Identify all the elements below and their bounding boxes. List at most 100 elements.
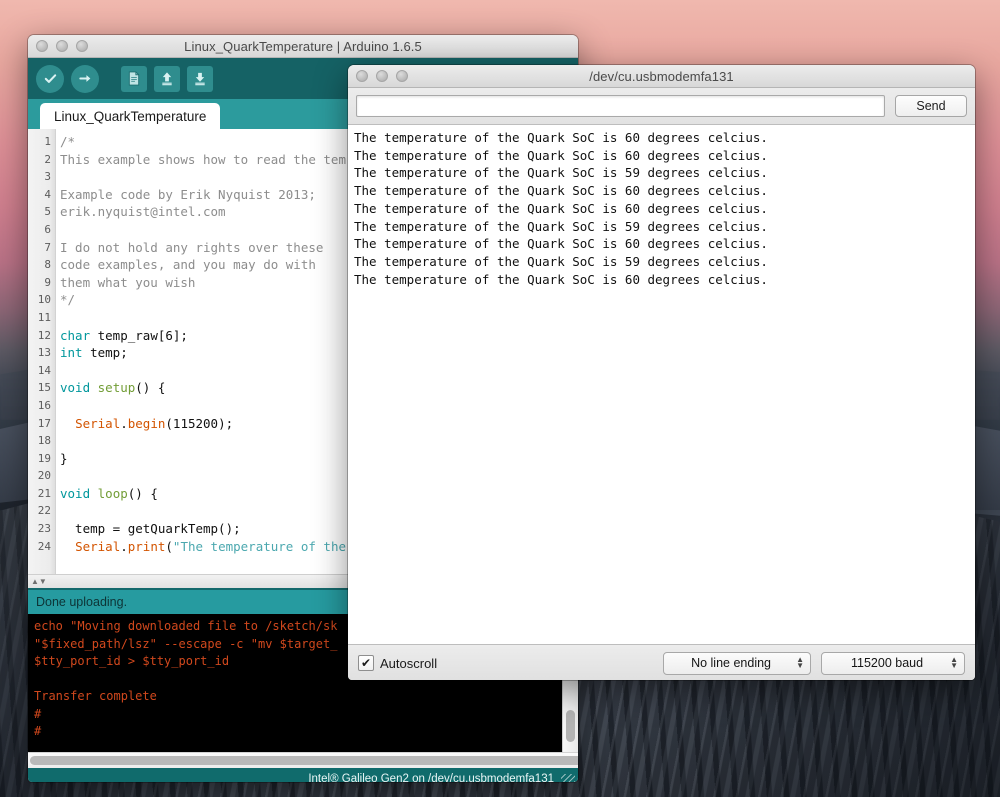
send-button[interactable]: Send <box>895 95 967 117</box>
line-number: 10 <box>28 291 55 309</box>
code-token: them what you wish <box>60 275 195 290</box>
code-token: void <box>60 380 90 395</box>
line-number: 3 <box>28 168 55 186</box>
tab-linux-quark-temperature[interactable]: Linux_QuarkTemperature <box>40 103 220 129</box>
upload-button[interactable] <box>71 65 99 93</box>
serial-output-line: The temperature of the Quark SoC is 59 d… <box>354 253 969 271</box>
code-token: () { <box>135 380 165 395</box>
autoscroll-toggle[interactable]: ✔ Autoscroll <box>358 655 437 671</box>
line-number: 14 <box>28 362 55 380</box>
new-sketch-button[interactable] <box>121 66 147 92</box>
serial-output-line: The temperature of the Quark SoC is 60 d… <box>354 147 969 165</box>
code-token: begin <box>128 416 166 431</box>
line-number: 19 <box>28 450 55 468</box>
open-sketch-button[interactable] <box>154 66 180 92</box>
serial-output-line: The temperature of the Quark SoC is 59 d… <box>354 164 969 182</box>
line-number: 20 <box>28 467 55 485</box>
code-token <box>60 416 75 431</box>
verify-button[interactable] <box>36 65 64 93</box>
code-token: void <box>60 486 90 501</box>
arduino-titlebar[interactable]: Linux_QuarkTemperature | Arduino 1.6.5 <box>28 35 578 58</box>
minimize-button[interactable] <box>56 40 68 52</box>
line-ending-dropdown[interactable]: No line ending ▲▼ <box>663 652 811 675</box>
line-number: 22 <box>28 502 55 520</box>
serial-output-log: The temperature of the Quark SoC is 60 d… <box>348 125 975 644</box>
arrow-up-icon <box>160 71 174 86</box>
code-token: /* <box>60 134 75 149</box>
code-token: char <box>60 328 90 343</box>
code-token: temp = getQuarkTemp(); <box>60 521 241 536</box>
serial-input-bar: Send <box>348 88 975 125</box>
maximize-button[interactable] <box>76 40 88 52</box>
serial-output-line: The temperature of the Quark SoC is 60 d… <box>354 235 969 253</box>
line-number: 16 <box>28 397 55 415</box>
code-token: This example shows how to read the tem <box>60 152 346 167</box>
console-horizontal-scrollbar[interactable] <box>28 752 578 768</box>
code-token: } <box>60 451 68 466</box>
arduino-status-bar: Intel® Galileo Gen2 on /dev/cu.usbmodemf… <box>28 768 578 782</box>
line-number: 17 <box>28 415 55 433</box>
code-token: ( <box>165 539 173 554</box>
close-button[interactable] <box>36 40 48 52</box>
desktop-background: Linux_QuarkTemperature | Arduino 1.6.5 <box>0 0 1000 797</box>
console-horizontal-scroll-thumb[interactable] <box>30 756 578 765</box>
arduino-window-controls[interactable] <box>36 40 88 52</box>
arrow-right-icon <box>78 71 93 86</box>
serial-send-input[interactable] <box>356 95 885 117</box>
code-token <box>90 486 98 501</box>
editor-scroll-arrows-icon[interactable]: ▲▼ <box>31 577 47 586</box>
line-number: 11 <box>28 309 55 327</box>
line-number: 5 <box>28 203 55 221</box>
code-token: . <box>120 416 128 431</box>
line-number: 2 <box>28 151 55 169</box>
save-sketch-button[interactable] <box>187 66 213 92</box>
serial-monitor-window[interactable]: /dev/cu.usbmodemfa131 Send The temperatu… <box>348 65 975 680</box>
serial-titlebar[interactable]: /dev/cu.usbmodemfa131 <box>348 65 975 88</box>
code-token: () { <box>128 486 158 501</box>
serial-output-line: The temperature of the Quark SoC is 60 d… <box>354 182 969 200</box>
code-token: (115200); <box>165 416 233 431</box>
code-token: Serial <box>75 416 120 431</box>
tab-label: Linux_QuarkTemperature <box>54 109 206 124</box>
code-token: temp; <box>83 345 128 360</box>
code-token: loop <box>98 486 128 501</box>
line-number: 12 <box>28 327 55 345</box>
resize-grip-icon[interactable] <box>561 774 575 782</box>
code-token: code examples, and you may do with <box>60 257 316 272</box>
serial-output-line: The temperature of the Quark SoC is 60 d… <box>354 129 969 147</box>
code-token: Serial <box>75 539 120 554</box>
close-button[interactable] <box>356 70 368 82</box>
chevron-updown-icon: ▲▼ <box>950 657 958 669</box>
console-vertical-scroll-thumb[interactable] <box>566 710 575 742</box>
baud-rate-dropdown[interactable]: 115200 baud ▲▼ <box>821 652 965 675</box>
status-message-text: Done uploading. <box>36 595 127 609</box>
code-token: "The temperature of the <box>173 539 346 554</box>
line-ending-value: No line ending <box>676 656 786 670</box>
minimize-button[interactable] <box>376 70 388 82</box>
board-port-label: Intel® Galileo Gen2 on /dev/cu.usbmodemf… <box>308 773 554 782</box>
serial-output-line: The temperature of the Quark SoC is 60 d… <box>354 200 969 218</box>
code-token: print <box>128 539 166 554</box>
autoscroll-label: Autoscroll <box>380 656 437 671</box>
line-number: 23 <box>28 520 55 538</box>
code-token: . <box>120 539 128 554</box>
line-number: 9 <box>28 274 55 292</box>
baud-rate-value: 115200 baud <box>834 656 940 670</box>
line-number: 8 <box>28 256 55 274</box>
serial-window-controls[interactable] <box>356 70 408 82</box>
code-token: Example code by Erik Nyquist 2013; <box>60 187 316 202</box>
checkmark-icon: ✔ <box>361 657 371 669</box>
serial-output-line: The temperature of the Quark SoC is 59 d… <box>354 218 969 236</box>
line-number: 7 <box>28 239 55 257</box>
code-token: erik.nyquist@intel.com <box>60 204 226 219</box>
autoscroll-checkbox[interactable]: ✔ <box>358 655 374 671</box>
check-icon <box>43 71 58 86</box>
line-number: 15 <box>28 379 55 397</box>
maximize-button[interactable] <box>396 70 408 82</box>
line-number: 6 <box>28 221 55 239</box>
line-number: 24 <box>28 538 55 556</box>
code-token: int <box>60 345 83 360</box>
line-number: 1 <box>28 133 55 151</box>
line-number: 4 <box>28 186 55 204</box>
arduino-window-title: Linux_QuarkTemperature | Arduino 1.6.5 <box>28 39 578 54</box>
